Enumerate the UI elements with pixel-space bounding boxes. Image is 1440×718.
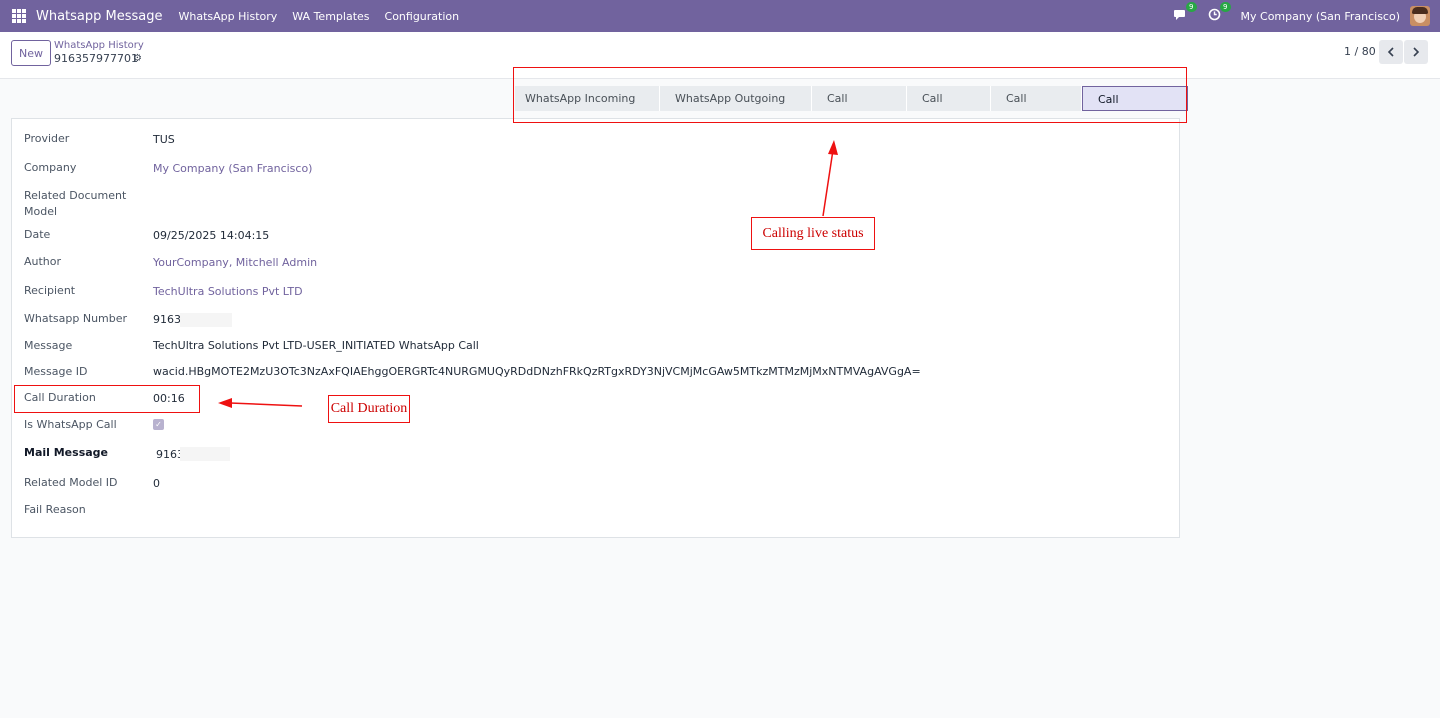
activity-badge: 9 xyxy=(1220,2,1231,12)
breadcrumb-parent[interactable]: WhatsApp History xyxy=(54,40,144,51)
recipient-value-link[interactable]: TechUltra Solutions Pvt LTD xyxy=(153,284,303,300)
related-model-id-label: Related Model ID xyxy=(24,476,118,489)
activity-clock-icon[interactable]: 9 xyxy=(1207,2,1231,24)
menu-item-configuration[interactable]: Configuration xyxy=(385,10,460,23)
form-sheet xyxy=(11,118,1180,538)
date-label: Date xyxy=(24,228,51,241)
message-id-label: Message ID xyxy=(24,365,88,378)
menu-item-wa-templates[interactable]: WA Templates xyxy=(292,10,369,23)
message-id-value: wacid.HBgMOTE2MzU3OTc3NzAxFQIAEhggOERGRT… xyxy=(153,365,921,378)
company-switcher[interactable]: My Company (San Francisco) xyxy=(1241,10,1400,23)
chevron-right-icon xyxy=(1413,47,1420,57)
is-whatsapp-call-checkbox[interactable]: ✓ xyxy=(153,419,164,430)
pager-value[interactable]: 1 / 80 xyxy=(1344,45,1376,58)
related-model-id-value: 0 xyxy=(153,477,160,490)
systray: 9 9 My Company (San Francisco) xyxy=(1173,0,1430,32)
top-navbar: Whatsapp Message WhatsApp History WA Tem… xyxy=(0,0,1440,32)
message-label: Message xyxy=(24,339,73,352)
menu-item-whatsapp-history[interactable]: WhatsApp History xyxy=(179,10,278,23)
gear-icon[interactable]: ⚙ xyxy=(133,53,142,64)
whatsapp-number-value: 9163 xyxy=(153,313,181,326)
provider-value: TUS xyxy=(153,133,175,146)
provider-label: Provider xyxy=(24,132,70,145)
company-label: Company xyxy=(24,161,77,174)
is-whatsapp-call-label: Is WhatsApp Call xyxy=(24,418,117,431)
author-label: Author xyxy=(24,255,62,268)
apps-grid-icon[interactable] xyxy=(12,9,26,23)
mail-message-label: Mail Message xyxy=(24,446,108,459)
message-value: TechUltra Solutions Pvt LTD-USER_INITIAT… xyxy=(153,339,479,352)
redacted-mail-mask xyxy=(180,447,230,461)
user-avatar[interactable] xyxy=(1410,6,1430,26)
redacted-number-mask xyxy=(180,313,232,327)
avatar-hair xyxy=(1412,7,1428,14)
record-title: 916357977701 xyxy=(54,52,138,65)
new-button[interactable]: New xyxy=(11,40,51,66)
app-title[interactable]: Whatsapp Message xyxy=(36,9,163,24)
whatsapp-number-label: Whatsapp Number xyxy=(24,312,128,325)
duration-highlight-box xyxy=(14,385,200,413)
pager-next-button[interactable] xyxy=(1404,40,1428,64)
messages-icon[interactable]: 9 xyxy=(1173,2,1197,24)
calling-live-status-note: Calling live status xyxy=(751,217,875,250)
main-menu: WhatsApp History WA Templates Configurat… xyxy=(179,10,475,23)
messages-badge: 9 xyxy=(1186,2,1197,12)
company-value-link[interactable]: My Company (San Francisco) xyxy=(153,161,312,177)
fail-reason-label: Fail Reason xyxy=(24,503,86,516)
pager-previous-button[interactable] xyxy=(1379,40,1403,64)
call-duration-note: Call Duration xyxy=(328,395,410,423)
recipient-label: Recipient xyxy=(24,284,76,297)
status-highlight-box xyxy=(513,67,1187,123)
author-value-link[interactable]: YourCompany, Mitchell Admin xyxy=(153,255,317,271)
date-value: 09/25/2025 14:04:15 xyxy=(153,229,270,242)
related-document-model-label: Related Document Model xyxy=(24,189,127,218)
chevron-left-icon xyxy=(1387,47,1394,57)
